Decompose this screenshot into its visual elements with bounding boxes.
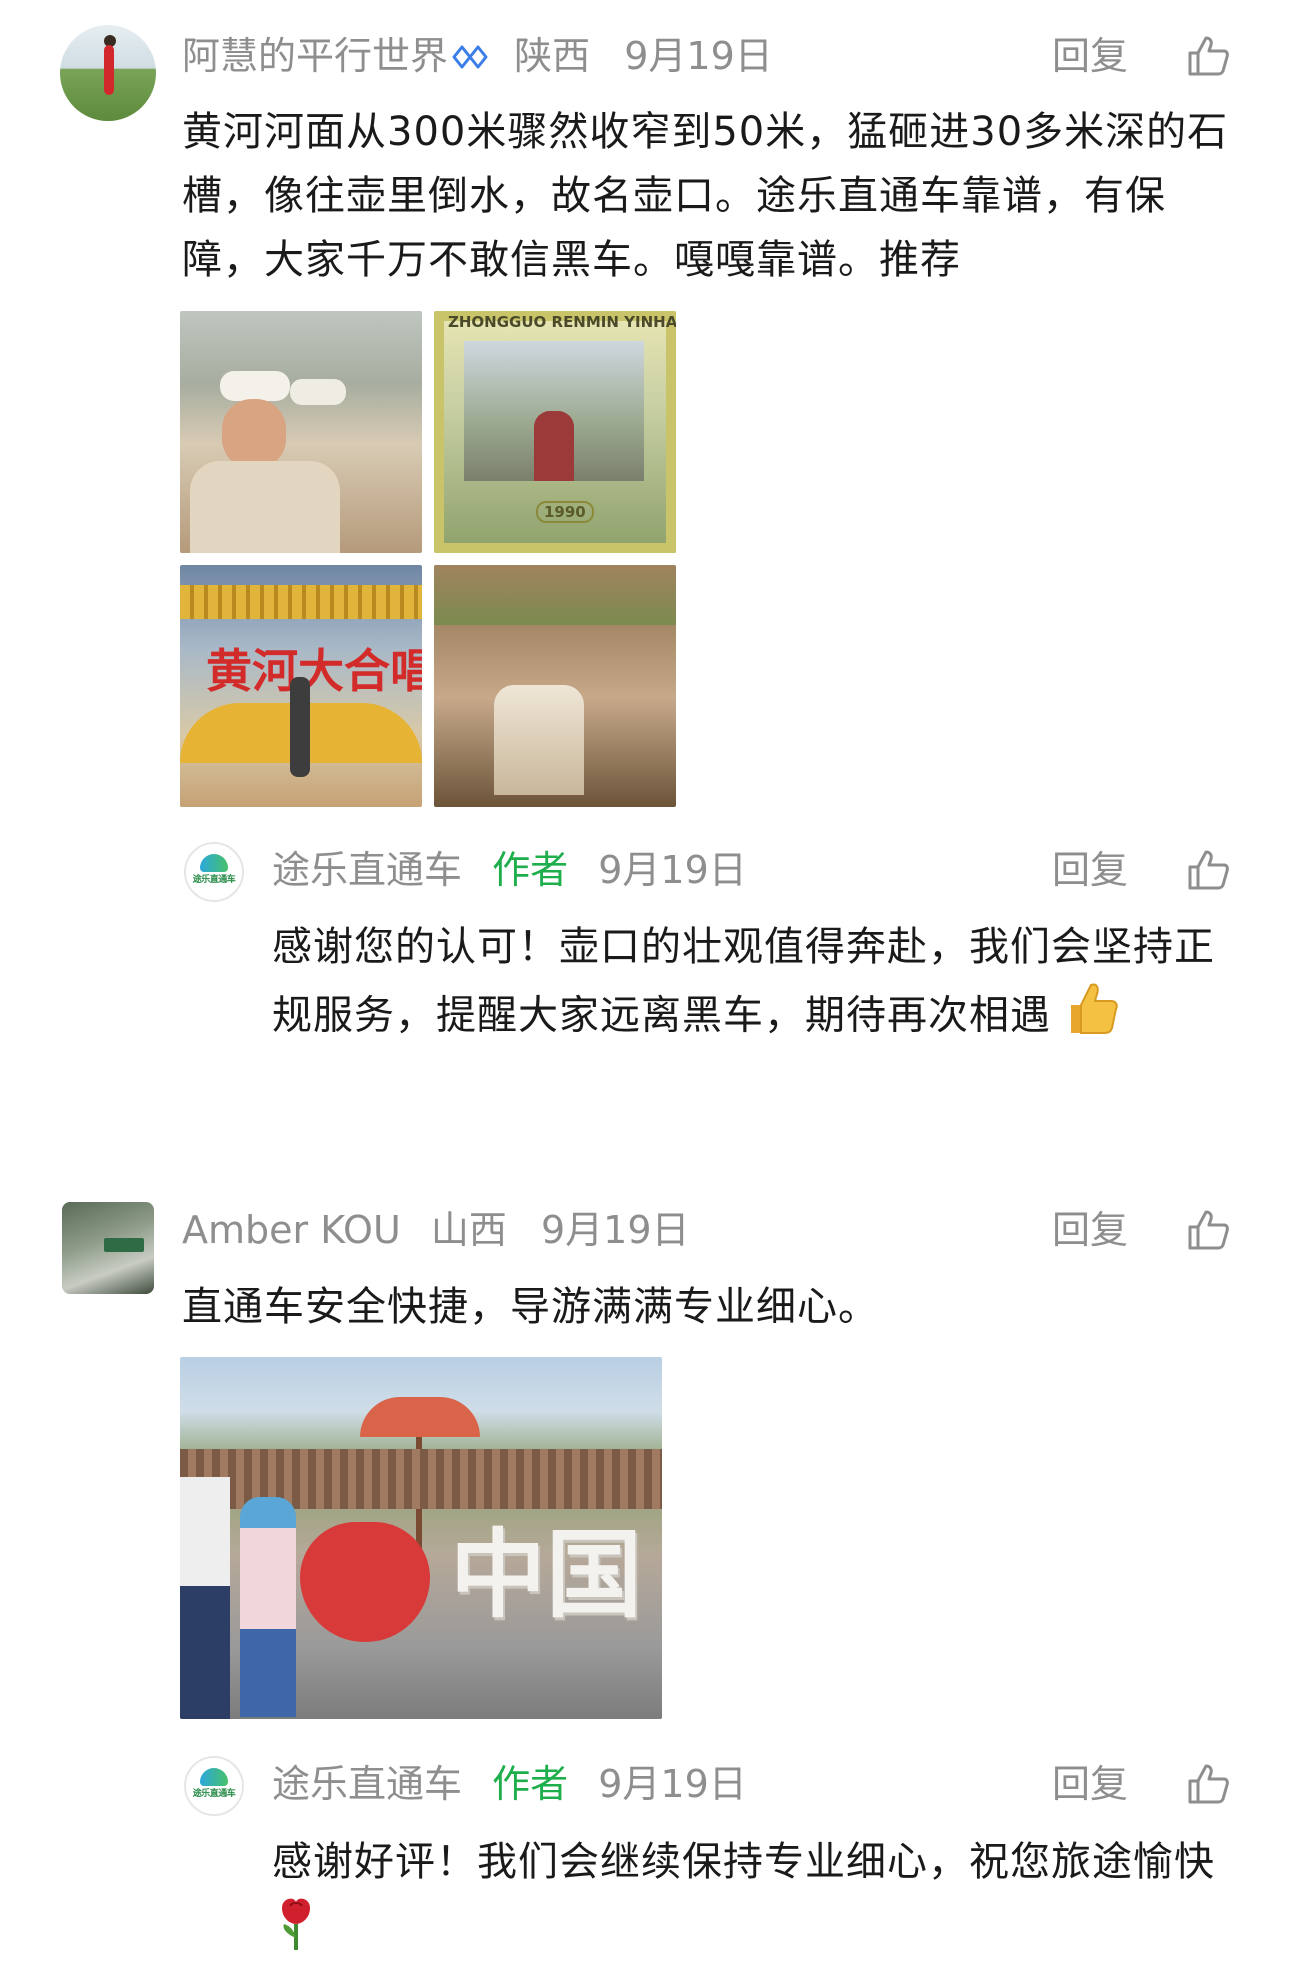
photo-cliff (434, 565, 676, 625)
thumbs-up-emoji-icon (1065, 979, 1121, 1056)
comment-meta: Amber KOU 山西 9月19日 (182, 1202, 690, 1258)
reply-username[interactable]: 途乐直通车 (272, 1756, 462, 1812)
username[interactable]: 阿慧的平行世界 (182, 28, 448, 84)
date: 9月19日 (624, 34, 773, 78)
thumbs-up-icon (1188, 850, 1229, 890)
comment-photo[interactable] (180, 311, 422, 553)
rose-emoji-icon (272, 1894, 320, 1971)
comment-photo[interactable]: ZHONGGUO RENMIN YINHANG 1990 (434, 311, 676, 553)
brand-logo-text: 途乐直通车 (192, 875, 236, 885)
username[interactable]: Amber KOU (182, 1202, 401, 1258)
photo-heart (300, 1522, 430, 1642)
photo-jacket (190, 461, 340, 553)
brand-avatar[interactable]: 途乐直通车 (184, 842, 244, 902)
thumbs-up-icon (1188, 1764, 1229, 1804)
avatar-figure (104, 45, 114, 95)
photo-person (534, 411, 574, 481)
reply-meta: 途乐直通车 作者 9月19日 (272, 1756, 747, 1812)
reply-button[interactable]: 回复 (1052, 28, 1128, 84)
reply-meta: 途乐直通车 作者 9月19日 (272, 842, 747, 898)
photo-sign-text: 黄河大合唱 (206, 644, 422, 698)
date: 9月19日 (598, 848, 747, 892)
photo-sculpture-text: 中国 (450, 1519, 642, 1631)
location: 陕西 (514, 34, 591, 78)
verified-icon (448, 28, 488, 84)
brand-logo-icon (200, 1768, 228, 1786)
photo-person (290, 677, 310, 777)
location: 山西 (430, 1208, 507, 1252)
comment-meta: 阿慧的平行世界 陕西 9月19日 (182, 28, 773, 84)
photo-waterfall (494, 685, 584, 795)
brand-logo-icon (200, 854, 228, 872)
photo-umbrella (360, 1397, 480, 1437)
comment-photo[interactable]: 中国 (180, 1357, 662, 1719)
photo-headscarf (220, 371, 290, 401)
reply-username[interactable]: 途乐直通车 (272, 842, 462, 898)
brand-avatar[interactable]: 途乐直通车 (184, 1756, 244, 1816)
user-avatar[interactable] (60, 25, 156, 121)
brand-logo-text: 途乐直通车 (192, 1789, 236, 1799)
comment-photo[interactable] (434, 565, 676, 807)
photo-gold-arch (180, 585, 422, 619)
comment-text: 直通车安全快捷，导游满满专业细心。 (182, 1284, 879, 1330)
photo-face (222, 399, 286, 469)
banknote-year: 1990 (536, 501, 594, 523)
like-button[interactable] (1184, 28, 1232, 84)
reply-button[interactable]: 回复 (1052, 842, 1128, 898)
thumbs-up-icon (1188, 1210, 1229, 1250)
reply-text: 感谢好评！我们会继续保持专业细心，祝您旅途愉快 (272, 1830, 1232, 1971)
author-badge: 作者 (492, 848, 569, 892)
like-button[interactable] (1184, 1756, 1232, 1812)
photo-person (180, 1477, 230, 1719)
banknote-text: ZHONGGUO RENMIN YINHANG (448, 313, 676, 331)
user-avatar[interactable] (62, 1202, 154, 1294)
date: 9月19日 (540, 1208, 690, 1252)
reply-text: 感谢您的认可！壶口的壮观值得奔赴，我们会坚持正规服务，提醒大家远离黑车，期待再次… (272, 915, 1232, 1056)
like-button[interactable] (1184, 842, 1232, 898)
reply-text-content: 感谢好评！我们会继续保持专业细心，祝您旅途愉快 (272, 1839, 1215, 1885)
date: 9月19日 (598, 1762, 747, 1806)
avatar-street-sign (104, 1238, 144, 1252)
thumbs-up-icon (1188, 36, 1229, 76)
like-button[interactable] (1184, 1202, 1232, 1258)
author-badge: 作者 (492, 1762, 569, 1806)
comment-text: 黄河河面从300米骤然收窄到50米，猛砸进30多米深的石槽，像往壶里倒水，故名壶… (182, 109, 1229, 283)
photo-headscarf (290, 379, 346, 405)
reply-button[interactable]: 回复 (1052, 1202, 1128, 1258)
reply-button[interactable]: 回复 (1052, 1756, 1128, 1812)
photo-child (240, 1497, 296, 1717)
comment-photo[interactable]: 黄河大合唱 (180, 565, 422, 807)
